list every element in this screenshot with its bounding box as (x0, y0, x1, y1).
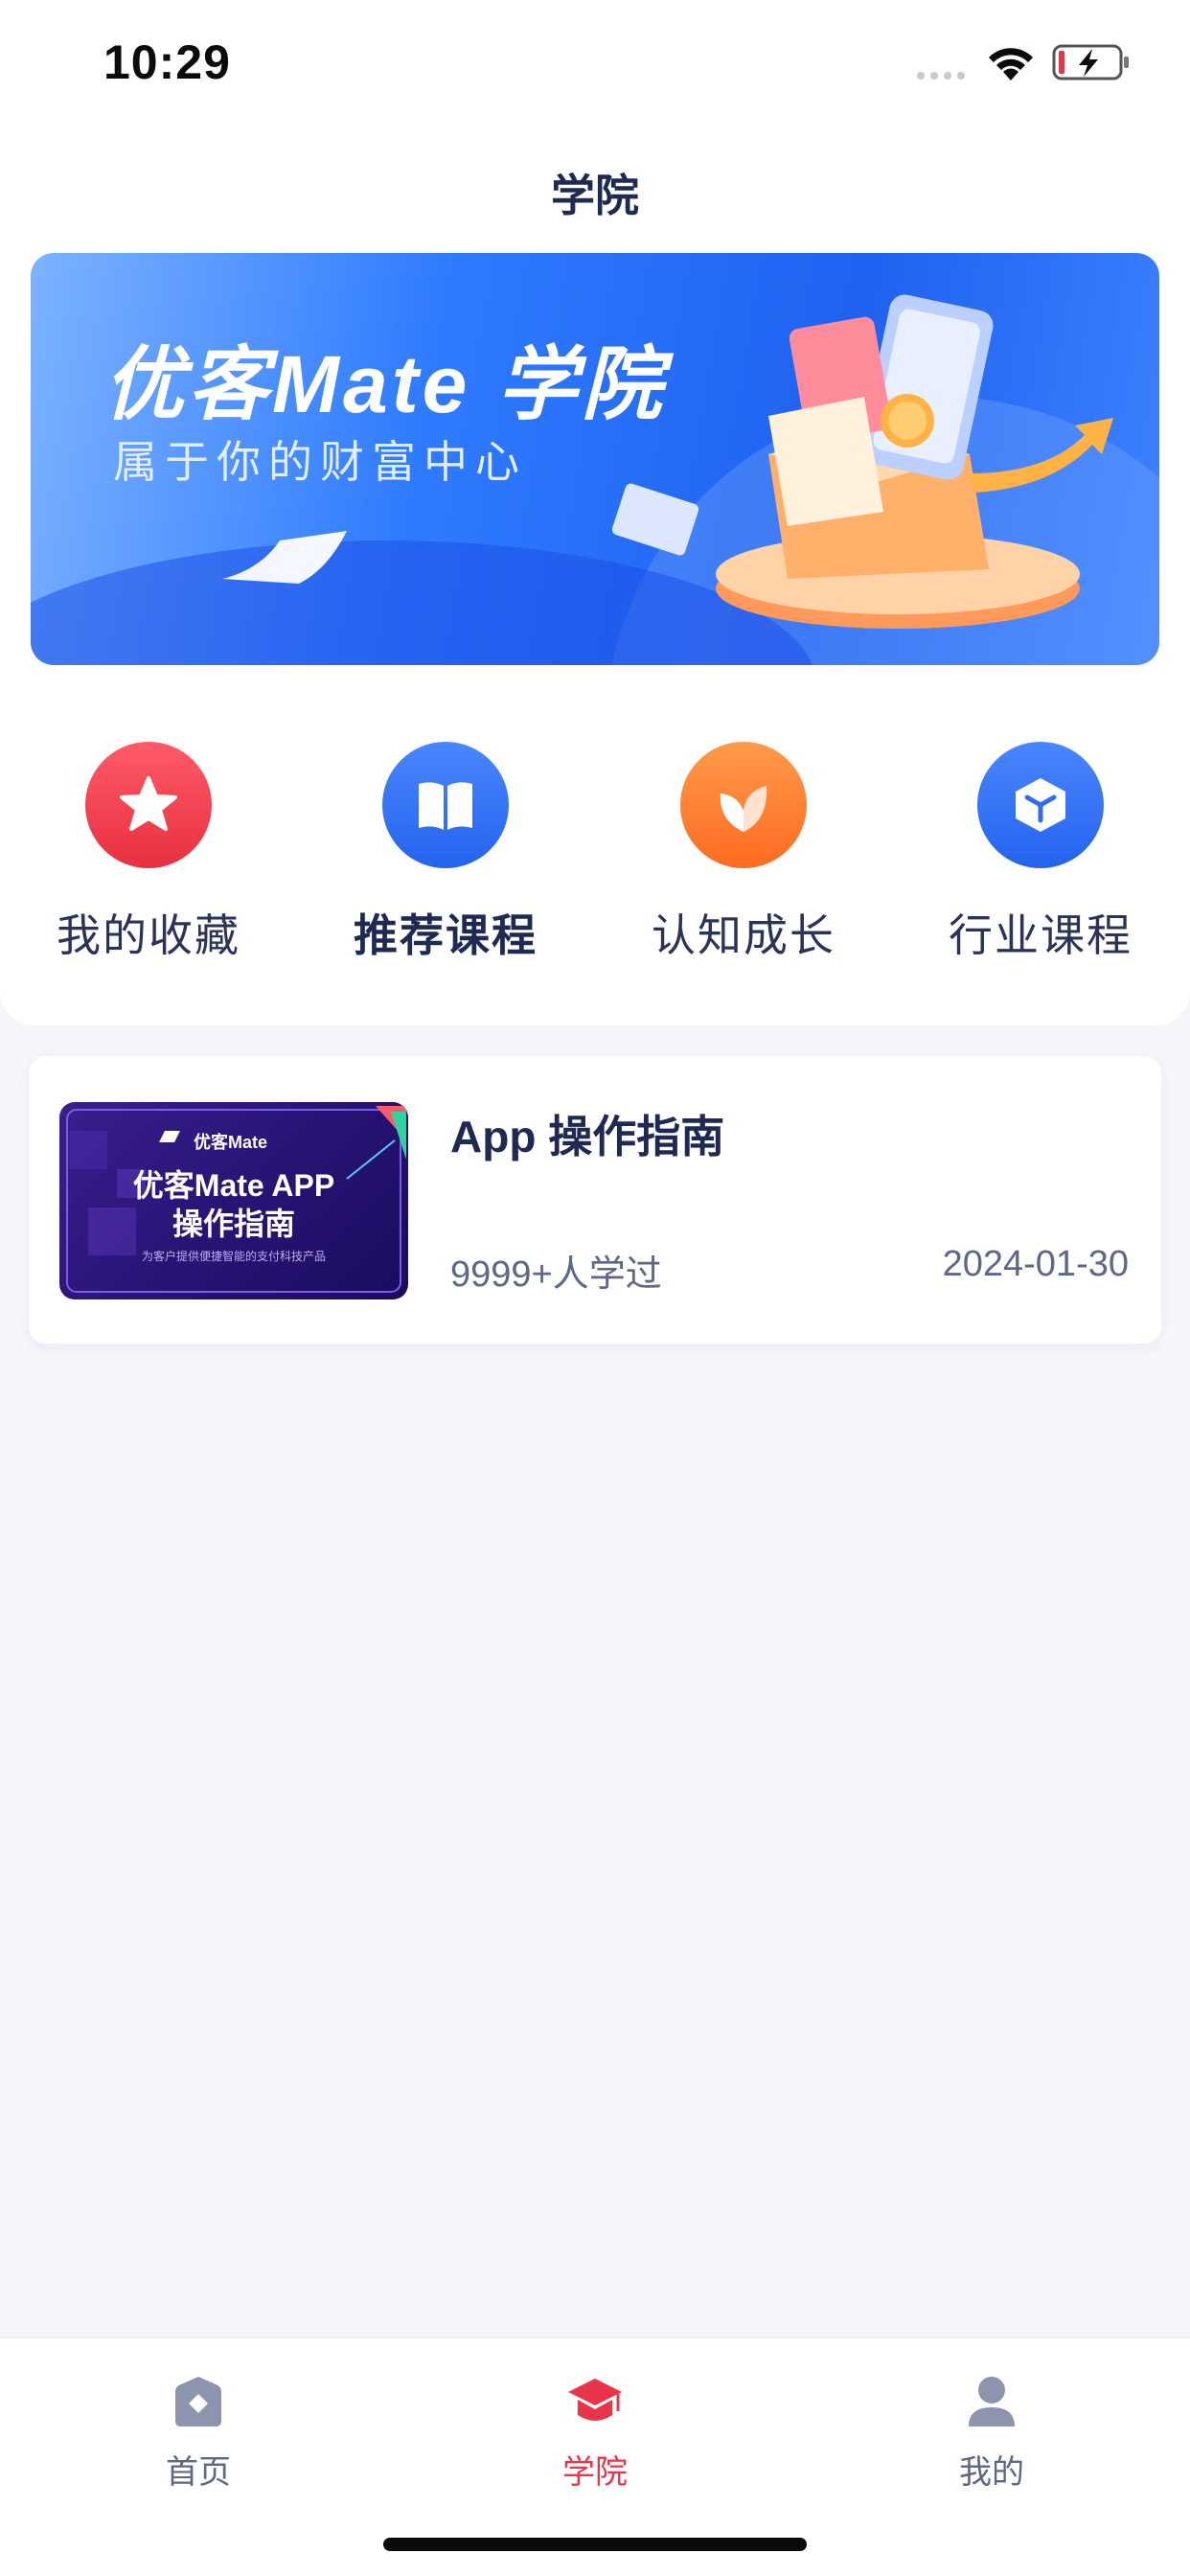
star-icon (120, 776, 177, 831)
nav-label: 认知成长 (652, 910, 835, 960)
wifi-icon (989, 48, 1033, 80)
tab-academy[interactable]: 学院 (397, 2358, 793, 2511)
home-icon (175, 2377, 221, 2426)
industry-icon-badge (977, 742, 1104, 868)
user-icon (969, 2377, 1015, 2426)
status-bar: 10:29 (0, 0, 1190, 125)
course-thumbnail: 优客Mate 优客Mate APP 操作指南 为客户提供便捷智能的支付科技产品 (59, 1102, 408, 1300)
tab-label: 我的 (959, 2454, 1024, 2491)
course-title: App 操作指南 (450, 1112, 725, 1162)
nav-item-recommended[interactable]: 推荐课程 (331, 738, 561, 968)
recommended-icon-badge (382, 742, 509, 868)
book-icon (419, 782, 472, 830)
nav-item-favorites[interactable]: 我的收藏 (34, 738, 263, 968)
signal-icon (917, 72, 965, 80)
thumbnail-brand: 优客Mate (194, 1133, 268, 1152)
tab-label: 首页 (166, 2454, 231, 2491)
leaf-icon (720, 786, 767, 832)
status-time: 10:29 (103, 35, 231, 89)
nav-label: 我的收藏 (57, 910, 240, 960)
page-title: 学院 (551, 171, 639, 220)
favorites-icon-badge (85, 742, 212, 868)
banner-title: 优客Mate 学院 (103, 339, 666, 429)
banner[interactable]: 优客Mate 学院 属于你的财富中心 (31, 253, 1159, 665)
thumbnail-caption: 为客户提供便捷智能的支付科技产品 (141, 1250, 326, 1263)
nav-item-industry-courses[interactable]: 行业课程 (926, 738, 1156, 968)
quick-nav: 我的收藏 推荐课程 认知成长 行业课程 (0, 738, 1190, 968)
nav-label: 推荐课程 (354, 910, 538, 960)
home-indicator (383, 2538, 807, 2551)
thumbnail-title: 操作指南 (172, 1207, 295, 1241)
cube-icon (1016, 778, 1065, 832)
tab-mine[interactable]: 我的 (793, 2358, 1190, 2511)
graduation-cap-icon (568, 2379, 622, 2421)
growth-icon-badge (680, 742, 807, 868)
nav-label: 行业课程 (949, 910, 1133, 960)
course-card[interactable]: 优客Mate 优客Mate APP 操作指南 为客户提供便捷智能的支付科技产品 … (29, 1056, 1161, 1344)
course-date: 2024-01-30 (942, 1244, 1129, 1284)
banner-subtitle: 属于你的财富中心 (113, 437, 527, 487)
battery-icon (1052, 44, 1129, 80)
course-learner-count: 9999+人学过 (450, 1254, 662, 1295)
tab-label: 学院 (562, 2454, 628, 2491)
nav-item-cognitive-growth[interactable]: 认知成长 (629, 738, 858, 968)
tab-home[interactable]: 首页 (0, 2358, 397, 2511)
